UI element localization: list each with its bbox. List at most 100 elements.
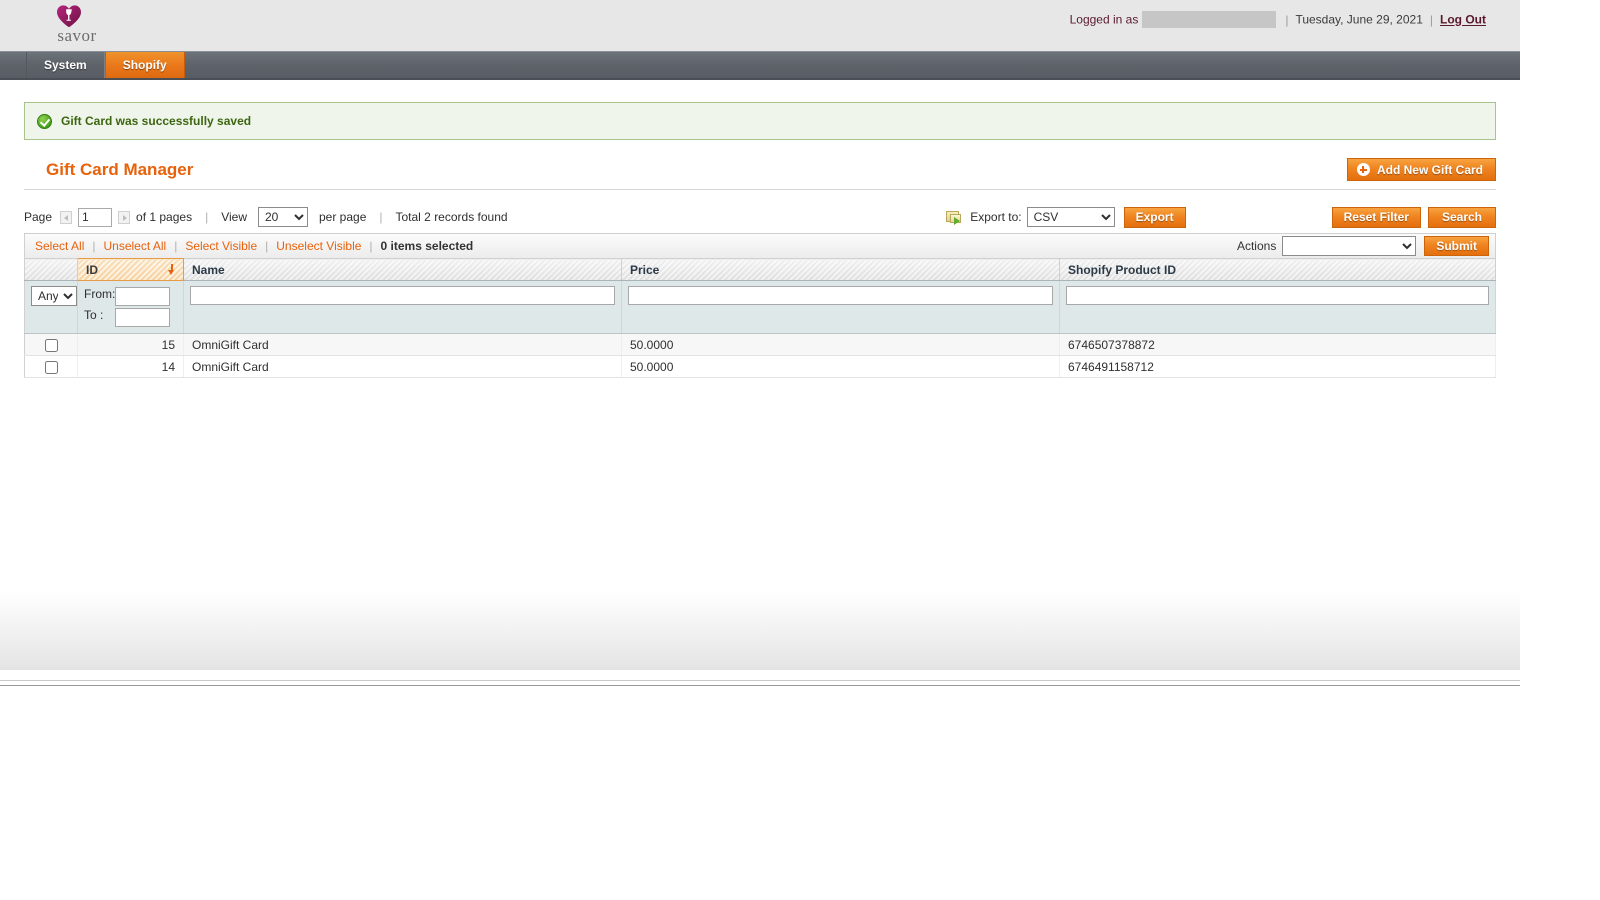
select-visible-link[interactable]: Select Visible — [185, 239, 257, 253]
actions-label: Actions — [1237, 239, 1276, 253]
add-new-gift-card-label: Add New Gift Card — [1377, 163, 1483, 177]
filter-id-to-input[interactable] — [115, 308, 170, 327]
column-header-checkbox — [25, 259, 78, 281]
id-to-label: To : — [84, 307, 115, 328]
filter-name-input[interactable] — [190, 286, 615, 305]
page-title: Gift Card Manager — [24, 158, 1496, 182]
massaction-separator-2: | — [174, 239, 177, 253]
filter-cell-id: From: To : — [78, 281, 184, 334]
nav-item-shopify[interactable]: Shopify — [105, 52, 185, 78]
toolbar-separator-1: | — [205, 210, 208, 224]
filter-cell-checkbox: Any — [25, 281, 78, 334]
actions-select[interactable] — [1282, 236, 1416, 256]
id-range-filter: From: To : — [84, 286, 170, 328]
row-id: 14 — [78, 356, 184, 378]
grid-toolbar: Page of 1 pages | View 20 per page | Tot… — [24, 201, 1496, 233]
items-selected-count: 0 items selected — [381, 239, 474, 253]
filter-shopify-product-id-input[interactable] — [1066, 286, 1489, 305]
row-id: 15 — [78, 334, 184, 356]
column-header-id-label: ID — [86, 263, 98, 277]
massaction-separator-1: | — [92, 239, 95, 253]
column-header-price[interactable]: Price — [622, 259, 1060, 281]
grid-header-row: ID Name Price Shopify Product ID — [25, 259, 1496, 281]
export-button[interactable]: Export — [1124, 207, 1186, 228]
per-page-select[interactable]: 20 — [258, 207, 308, 227]
grid-head: ID Name Price Shopify Product ID Any — [25, 259, 1496, 334]
current-date: Tuesday, June 29, 2021 — [1295, 13, 1422, 27]
column-header-name[interactable]: Name — [184, 259, 622, 281]
massaction-separator-4: | — [369, 239, 372, 253]
username-redacted — [1142, 11, 1276, 28]
success-message: Gift Card was successfully saved — [24, 102, 1496, 140]
id-from-label: From: — [84, 286, 115, 307]
page-title-row: Gift Card Manager Add New Gift Card — [24, 158, 1496, 190]
gift-card-grid: ID Name Price Shopify Product ID Any — [24, 258, 1496, 378]
massaction-actions: Actions Submit — [1237, 236, 1489, 256]
pager: Page of 1 pages | View 20 per page | Tot… — [24, 207, 514, 227]
add-new-gift-card-button[interactable]: Add New Gift Card — [1347, 158, 1496, 181]
logo[interactable]: savor — [42, 2, 112, 50]
export-format-select[interactable]: CSV — [1027, 207, 1115, 227]
success-message-text: Gift Card was successfully saved — [61, 114, 251, 128]
search-button[interactable]: Search — [1428, 207, 1496, 228]
export-to-label: Export to: — [970, 210, 1021, 224]
table-row[interactable]: 15 OmniGift Card 50.0000 6746507378872 — [25, 334, 1496, 356]
page-label: Page — [24, 210, 52, 224]
unselect-visible-link[interactable]: Unselect Visible — [276, 239, 361, 253]
plus-icon — [1357, 163, 1370, 176]
filter-id-from-input[interactable] — [115, 287, 170, 306]
logout-link[interactable]: Log Out — [1440, 13, 1486, 27]
heart-wineglass-logo-icon — [56, 4, 82, 28]
filter-checkbox-select[interactable]: Any — [31, 286, 77, 306]
massaction-separator-3: | — [265, 239, 268, 253]
table-row[interactable]: 14 OmniGift Card 50.0000 6746491158712 — [25, 356, 1496, 378]
grid-filter-row: Any From: To : — [25, 281, 1496, 334]
toolbar-separator-2: | — [379, 210, 382, 224]
row-name: OmniGift Card — [184, 356, 622, 378]
row-price: 50.0000 — [622, 334, 1060, 356]
per-page-label: per page — [319, 210, 366, 224]
row-shopify-product-id: 6746491158712 — [1060, 356, 1496, 378]
page-root: savor Logged in as | Tuesday, June 29, 202… — [0, 0, 1520, 686]
export-icon — [946, 210, 963, 225]
footer-divider — [0, 680, 1520, 686]
row-select-checkbox[interactable] — [45, 339, 58, 352]
filter-price-input[interactable] — [628, 286, 1053, 305]
records-found-label: Total 2 records found — [396, 210, 508, 224]
column-header-id[interactable]: ID — [78, 259, 184, 281]
row-checkbox-cell[interactable] — [25, 334, 78, 356]
row-price: 50.0000 — [622, 356, 1060, 378]
nav-item-system[interactable]: System — [26, 52, 105, 78]
row-select-checkbox[interactable] — [45, 361, 58, 374]
grid-body: 15 OmniGift Card 50.0000 6746507378872 1… — [25, 334, 1496, 378]
header-account-info: Logged in as | Tuesday, June 29, 2021 | Log … — [1070, 12, 1486, 29]
filter-cell-name — [184, 281, 622, 334]
header-separator-1: | — [1285, 13, 1288, 27]
page-header: savor Logged in as | Tuesday, June 29, 202… — [0, 0, 1520, 52]
id-from-row: From: — [84, 286, 170, 307]
sort-descending-icon — [168, 264, 175, 275]
page-number-input[interactable] — [78, 208, 112, 227]
filter-cell-price — [622, 281, 1060, 334]
next-page-button[interactable] — [118, 211, 130, 224]
massaction-bar: Select All | Unselect All | Select Visib… — [24, 233, 1496, 258]
id-from-cell — [115, 286, 170, 307]
row-shopify-product-id: 6746507378872 — [1060, 334, 1496, 356]
view-label: View — [221, 210, 247, 224]
main-navigation: System Shopify — [0, 52, 1520, 80]
column-header-shopify-product-id[interactable]: Shopify Product ID — [1060, 259, 1496, 281]
unselect-all-link[interactable]: Unselect All — [103, 239, 166, 253]
main-content: Gift Card was successfully saved Gift Ca… — [0, 102, 1520, 670]
id-to-cell — [115, 307, 170, 328]
header-separator-2: | — [1430, 13, 1433, 27]
select-all-link[interactable]: Select All — [35, 239, 84, 253]
id-to-row: To : — [84, 307, 170, 328]
grid-toolbar-right: Export to: CSV Export Reset Filter Searc… — [946, 201, 1496, 233]
row-checkbox-cell[interactable] — [25, 356, 78, 378]
footer-gap — [0, 670, 1520, 680]
previous-page-button[interactable] — [60, 211, 72, 224]
logged-in-label: Logged in as — [1070, 13, 1139, 27]
reset-filter-button[interactable]: Reset Filter — [1332, 207, 1421, 228]
submit-button[interactable]: Submit — [1424, 236, 1489, 256]
of-pages-label: of 1 pages — [136, 210, 192, 224]
